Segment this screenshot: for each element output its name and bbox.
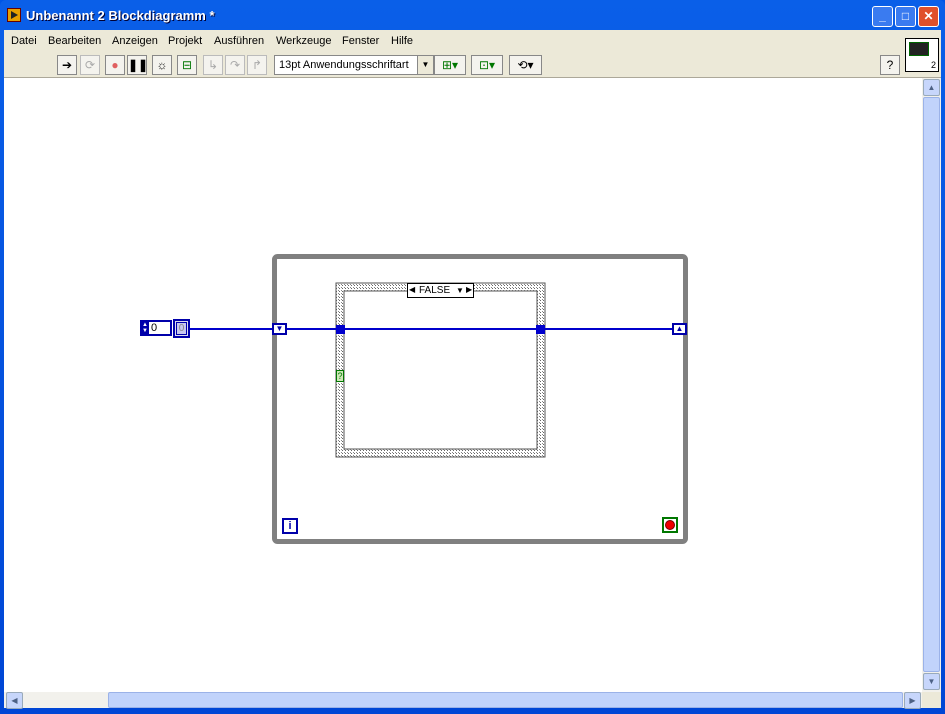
window-title: Unbenannt 2 Blockdiagramm * bbox=[26, 8, 215, 23]
case-selector[interactable]: ◀ FALSE ▼ ▶ bbox=[407, 283, 474, 298]
help-button[interactable]: ? bbox=[880, 55, 900, 75]
retain-wire-values-icon[interactable]: ⊟ bbox=[177, 55, 197, 75]
menu-projekt[interactable]: Projekt bbox=[168, 35, 202, 47]
indicator-value: 0 bbox=[176, 322, 187, 335]
shift-register-right[interactable]: ▲ bbox=[672, 323, 687, 335]
numeric-control[interactable]: ▲ ▼ 0 bbox=[140, 320, 172, 336]
vertical-scroll-thumb[interactable] bbox=[923, 97, 940, 672]
stop-icon bbox=[665, 520, 675, 530]
highlight-execution-lightbulb-icon[interactable]: ☼ bbox=[152, 55, 172, 75]
horizontal-scroll-thumb[interactable] bbox=[108, 692, 903, 708]
menu-hilfe[interactable]: Hilfe bbox=[391, 35, 413, 47]
abort-icon[interactable]: ● bbox=[105, 55, 125, 75]
horizontal-scrollbar[interactable]: ◀ ▶ bbox=[4, 692, 922, 709]
block-diagram-canvas[interactable]: ▲ ▼ 0 0 ▼ ▲ ◀ FALSE ▼ ▶ ? i bbox=[4, 78, 922, 692]
case-output-tunnel[interactable] bbox=[536, 325, 545, 334]
numeric-indicator[interactable]: 0 bbox=[173, 319, 190, 338]
scroll-down-icon[interactable]: ▼ bbox=[923, 673, 940, 690]
run-arrow-icon[interactable]: ➔ bbox=[57, 55, 77, 75]
decrement-arrow-icon[interactable]: ◀ bbox=[409, 285, 415, 294]
step-out-icon[interactable]: ↱ bbox=[247, 55, 267, 75]
stop-terminal[interactable] bbox=[662, 517, 678, 533]
pause-icon[interactable]: ❚❚ bbox=[127, 55, 148, 75]
shift-register-left[interactable]: ▼ bbox=[272, 323, 287, 335]
scroll-up-icon[interactable]: ▲ bbox=[923, 79, 940, 96]
window: Unbenannt 2 Blockdiagramm * _ □ ✕ Datei … bbox=[0, 0, 945, 714]
resize-grip[interactable] bbox=[922, 692, 941, 708]
menu-bar: Datei Bearbeiten Anzeigen Projekt Ausfüh… bbox=[4, 30, 941, 52]
minimize-button[interactable]: _ bbox=[872, 6, 893, 27]
case-selector-label: FALSE bbox=[419, 285, 451, 296]
step-into-icon[interactable]: ↳ bbox=[203, 55, 223, 75]
menu-ausfuehren[interactable]: Ausführen bbox=[214, 35, 264, 47]
close-button[interactable]: ✕ bbox=[918, 6, 939, 27]
font-label: 13pt Anwendungsschriftart bbox=[279, 59, 409, 71]
menu-bearbeiten[interactable]: Bearbeiten bbox=[48, 35, 101, 47]
scroll-right-icon[interactable]: ▶ bbox=[904, 692, 921, 709]
maximize-button[interactable]: □ bbox=[895, 6, 916, 27]
menu-werkzeuge[interactable]: Werkzeuge bbox=[276, 35, 331, 47]
distribute-objects-icon[interactable]: ⊡▾ bbox=[471, 55, 503, 75]
step-over-icon[interactable]: ↷ bbox=[225, 55, 245, 75]
case-structure-frame[interactable] bbox=[335, 282, 546, 458]
vi-icon-label: 2 bbox=[930, 60, 936, 70]
reorder-icon[interactable]: ⟲▾ bbox=[509, 55, 542, 75]
chevron-down-icon[interactable]: ▼ bbox=[456, 286, 464, 295]
control-value: 0 bbox=[151, 322, 158, 334]
align-objects-icon[interactable]: ⊞▾ bbox=[434, 55, 466, 75]
chevron-down-icon: ▼ bbox=[417, 56, 433, 74]
run-continuously-icon[interactable]: ⟳ bbox=[80, 55, 100, 75]
case-input-tunnel[interactable] bbox=[336, 325, 345, 334]
menu-datei[interactable]: Datei bbox=[11, 35, 37, 47]
case-selector-terminal[interactable]: ? bbox=[336, 370, 344, 382]
menu-fenster[interactable]: Fenster bbox=[342, 35, 379, 47]
vi-icon[interactable]: 2 bbox=[905, 38, 939, 72]
iteration-terminal[interactable]: i bbox=[282, 518, 298, 534]
scroll-left-icon[interactable]: ◀ bbox=[6, 692, 23, 709]
vertical-scrollbar[interactable]: ▲ ▼ bbox=[922, 78, 941, 692]
menu-anzeigen[interactable]: Anzeigen bbox=[112, 35, 158, 47]
toolbar: ➔ ⟳ ● ❚❚ ☼ ⊟ ↳ ↷ ↱ 13pt Anwendungsschrif… bbox=[4, 52, 941, 78]
increment-arrow-icon[interactable]: ▶ bbox=[466, 285, 472, 294]
increment-decrement-icon[interactable]: ▲ ▼ bbox=[142, 322, 149, 334]
labview-app-icon[interactable] bbox=[7, 8, 21, 22]
font-dropdown[interactable]: 13pt Anwendungsschriftart ▼ bbox=[274, 55, 434, 75]
